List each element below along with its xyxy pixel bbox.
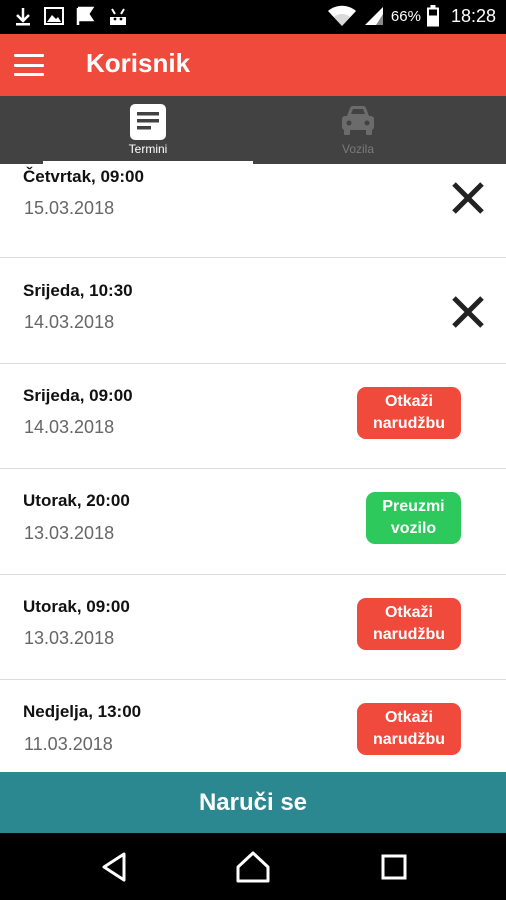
button-label-line2: narudžbu — [373, 415, 445, 432]
button-label-line2: vozilo — [390, 520, 437, 537]
button-label-line1: Otkaži — [384, 604, 433, 621]
order-button[interactable]: Naruči se — [0, 772, 506, 833]
tab-vozila[interactable]: Vozila — [253, 96, 463, 164]
app-bar: Korisnik — [0, 34, 506, 96]
list-item[interactable]: Nedjelja, 13:00 11.03.2018 Otkaži narudž… — [0, 680, 506, 772]
home-icon[interactable] — [235, 850, 271, 884]
pickup-vehicle-button[interactable]: Preuzmi vozilo — [366, 492, 461, 544]
download-icon — [16, 8, 30, 26]
close-icon[interactable] — [450, 180, 486, 216]
appointment-day-time: Nedjelja, 13:00 — [23, 702, 142, 721]
navigation-bar — [0, 833, 506, 900]
list-item[interactable]: Srijeda, 09:00 14.03.2018 Otkaži narudžb… — [0, 364, 506, 469]
hamburger-menu-icon[interactable] — [14, 54, 44, 76]
list-item[interactable]: Utorak, 20:00 13.03.2018 Preuzmi vozilo — [0, 469, 506, 575]
button-label-line2: narudžbu — [373, 626, 445, 643]
appointment-day-time: Četvrtak, 09:00 — [23, 167, 144, 186]
recent-apps-icon[interactable] — [376, 850, 412, 884]
appointment-day-time: Srijeda, 10:30 — [23, 281, 133, 300]
appointment-day-time: Srijeda, 09:00 — [23, 386, 133, 405]
appointment-date: 11.03.2018 — [24, 734, 113, 754]
button-label-line1: Otkaži — [384, 709, 433, 726]
tab-termini[interactable]: Termini — [43, 96, 253, 164]
tab-bar: Termini Vozila — [0, 96, 506, 164]
page-title: Korisnik — [86, 48, 191, 78]
system-status: 66% 18:28 — [327, 5, 496, 27]
image-icon — [44, 7, 64, 25]
car-icon — [342, 106, 374, 135]
flag-icon — [76, 6, 95, 25]
button-label-line2: narudžbu — [373, 731, 445, 748]
cancel-order-button[interactable]: Otkaži narudžbu — [357, 598, 461, 650]
battery-icon — [426, 5, 439, 27]
battery-percent: 66% — [390, 7, 421, 25]
button-label-line1: Otkaži — [384, 393, 433, 410]
tab-label: Vozila — [341, 142, 375, 156]
clock: 18:28 — [450, 5, 496, 26]
signal-icon — [364, 7, 383, 25]
back-icon[interactable] — [96, 850, 132, 884]
appointment-day-time: Utorak, 20:00 — [23, 491, 130, 510]
list-item[interactable]: Srijeda, 10:30 14.03.2018 — [0, 258, 506, 364]
list-item[interactable]: Četvrtak, 09:00 15.03.2018 — [0, 164, 506, 258]
appointment-date: 13.03.2018 — [24, 523, 115, 543]
list-item[interactable]: Utorak, 09:00 13.03.2018 Otkaži narudžbu — [0, 575, 506, 680]
tab-label: Termini — [128, 142, 168, 156]
list-icon — [130, 104, 166, 140]
appointment-day-time: Utorak, 09:00 — [23, 597, 130, 616]
close-icon[interactable] — [450, 294, 486, 330]
notification-icons — [14, 6, 128, 26]
appointment-date: 15.03.2018 — [24, 198, 115, 218]
button-label-line1: Preuzmi — [382, 498, 445, 515]
status-bar: 66% 18:28 — [0, 0, 506, 34]
android-icon — [110, 8, 126, 25]
cancel-order-button[interactable]: Otkaži narudžbu — [357, 703, 461, 755]
appointment-date: 14.03.2018 — [24, 312, 115, 332]
appointment-date: 14.03.2018 — [24, 417, 115, 437]
appointment-list: Četvrtak, 09:00 15.03.2018 Srijeda, 10:3… — [0, 164, 506, 772]
wifi-icon — [327, 5, 356, 26]
appointment-date: 13.03.2018 — [24, 628, 115, 648]
cancel-order-button[interactable]: Otkaži narudžbu — [357, 387, 461, 439]
